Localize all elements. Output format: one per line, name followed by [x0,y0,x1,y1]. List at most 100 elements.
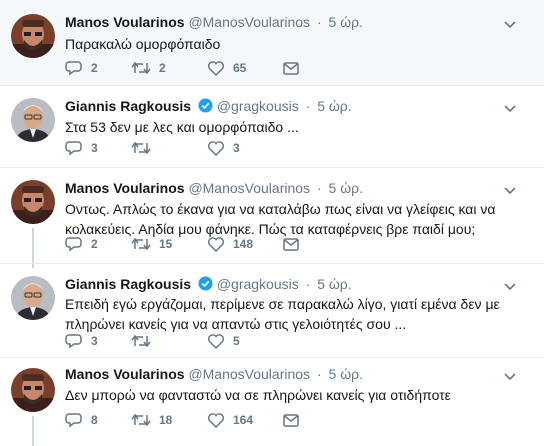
message-icon [283,237,299,251]
retweet-button[interactable]: 2 [131,61,207,75]
separator-dot: · [316,180,322,196]
tweet-text-line: πληρώνει κανείς για να απαντώ στις γελοι… [65,316,407,332]
reply-icon [65,237,82,252]
retweet-count: 2 [159,61,166,75]
reply-count: 8 [91,413,98,427]
tweet-thread: Manos Voularinos @ManosVoularinos · 5 ώρ… [0,0,544,446]
display-name[interactable]: Giannis Ragkousis [65,98,191,114]
reply-button[interactable]: 2 [65,60,131,76]
message-icon [283,413,299,427]
chevron-down-icon[interactable] [504,16,516,34]
tweet-text-line: Οντως. Απλώς το έκανα για να καταλάβω πω… [65,201,496,217]
retweet-count: 18 [159,413,173,427]
tweet-text: Δεν μπορώ να φανταστώ να σε πληρώνει καν… [65,387,451,403]
separator-dot: · [316,14,322,30]
like-button[interactable]: 148 [207,236,283,252]
reply-count: 2 [91,61,98,75]
tweet[interactable]: Manos Voularinos @ManosVoularinos · 5 ώρ… [0,168,544,264]
retweet-count: 15 [159,237,173,251]
display-name[interactable]: Manos Voularinos [65,366,185,382]
display-name[interactable]: Manos Voularinos [65,14,185,30]
tweet-header: Manos Voularinos @ManosVoularinos · 5 ώρ… [65,14,363,30]
timestamp[interactable]: 5 ώρ. [329,14,363,30]
verified-badge-icon [198,98,213,116]
tweet-header: Giannis Ragkousis @gragkousis · 5 ώρ. [65,98,352,116]
like-button[interactable]: 3 [207,140,283,156]
verified-badge-icon [198,276,213,294]
chevron-down-icon[interactable] [504,182,516,200]
message-button[interactable] [283,237,299,251]
reply-button[interactable]: 3 [65,140,131,156]
reply-count: 2 [91,237,98,251]
reply-icon [65,413,82,428]
like-icon [207,237,225,252]
display-name[interactable]: Manos Voularinos [65,180,185,196]
user-handle[interactable]: @gragkousis [217,276,299,292]
message-button[interactable] [283,413,299,427]
like-button[interactable]: 65 [207,60,283,76]
avatar[interactable] [11,14,55,58]
tweet-header: Manos Voularinos @ManosVoularinos · 5 ώρ… [65,180,363,196]
retweet-icon [131,237,151,251]
user-handle[interactable]: @ManosVoularinos [188,180,310,196]
like-count: 65 [233,61,247,75]
tweet-header: Manos Voularinos @ManosVoularinos · 5 ώρ… [65,366,363,382]
tweet-text: Στα 53 δεν με λες και ομορφόπαιδο ... [65,119,299,135]
tweet-actions: 3 5 [65,333,283,349]
avatar[interactable] [11,368,55,412]
reply-button[interactable]: 8 [65,412,131,428]
timestamp[interactable]: 5 ώρ. [329,366,363,382]
reply-button[interactable]: 3 [65,333,131,349]
tweet-header: Giannis Ragkousis @gragkousis · 5 ώρ. [65,276,352,294]
reply-icon [65,334,82,349]
like-icon [207,61,225,76]
tweet-actions: 2 15 148 [65,236,299,252]
avatar[interactable] [11,180,55,224]
chevron-down-icon[interactable] [504,100,516,118]
like-button[interactable]: 5 [207,333,283,349]
retweet-button[interactable]: 18 [131,413,207,427]
display-name[interactable]: Giannis Ragkousis [65,276,191,292]
tweet-actions: 3 3 [65,140,283,156]
timestamp[interactable]: 5 ώρ. [329,180,363,196]
tweet-actions: 8 18 164 [65,412,299,428]
like-icon [207,413,225,428]
like-count: 5 [233,334,240,348]
retweet-button[interactable] [131,334,207,348]
user-handle[interactable]: @gragkousis [217,98,299,114]
tweet[interactable]: Manos Voularinos @ManosVoularinos · 5 ώρ… [0,358,544,446]
separator-dot: · [316,366,322,382]
like-icon [207,334,225,349]
timestamp[interactable]: 5 ώρ. [317,276,351,292]
retweet-icon [131,334,151,348]
tweet-text: Οντως. Απλώς το έκανα για να καταλάβω πω… [65,199,525,239]
retweet-button[interactable] [131,141,207,155]
like-button[interactable]: 164 [207,412,283,428]
avatar[interactable] [11,276,55,320]
like-icon [207,141,225,156]
tweet-text-line: Επειδή εγώ εργάζομαι, περίμενε σε παρακα… [65,296,500,312]
reply-count: 3 [91,141,98,155]
retweet-icon [131,141,151,155]
retweet-button[interactable]: 15 [131,237,207,251]
reply-count: 3 [91,334,98,348]
timestamp[interactable]: 5 ώρ. [317,98,351,114]
tweet[interactable]: Giannis Ragkousis @gragkousis · 5 ώρ. Επ… [0,264,544,358]
retweet-icon [131,413,151,427]
tweet-text: Επειδή εγώ εργάζομαι, περίμενε σε παρακα… [65,294,525,334]
avatar[interactable] [11,98,55,142]
tweet[interactable]: Giannis Ragkousis @gragkousis · 5 ώρ. Στ… [0,86,544,168]
like-count: 3 [233,141,240,155]
reply-button[interactable]: 2 [65,236,131,252]
reply-icon [65,61,82,76]
message-icon [283,61,299,75]
tweet-text: Παρακαλώ ομορφόπαιδο [65,36,221,52]
chevron-down-icon[interactable] [504,368,516,386]
user-handle[interactable]: @ManosVoularinos [188,366,310,382]
user-handle[interactable]: @ManosVoularinos [188,14,310,30]
separator-dot: · [305,276,311,292]
message-button[interactable] [283,61,299,75]
like-count: 148 [233,237,254,251]
tweet[interactable]: Manos Voularinos @ManosVoularinos · 5 ώρ… [0,0,544,86]
like-count: 164 [233,413,254,427]
